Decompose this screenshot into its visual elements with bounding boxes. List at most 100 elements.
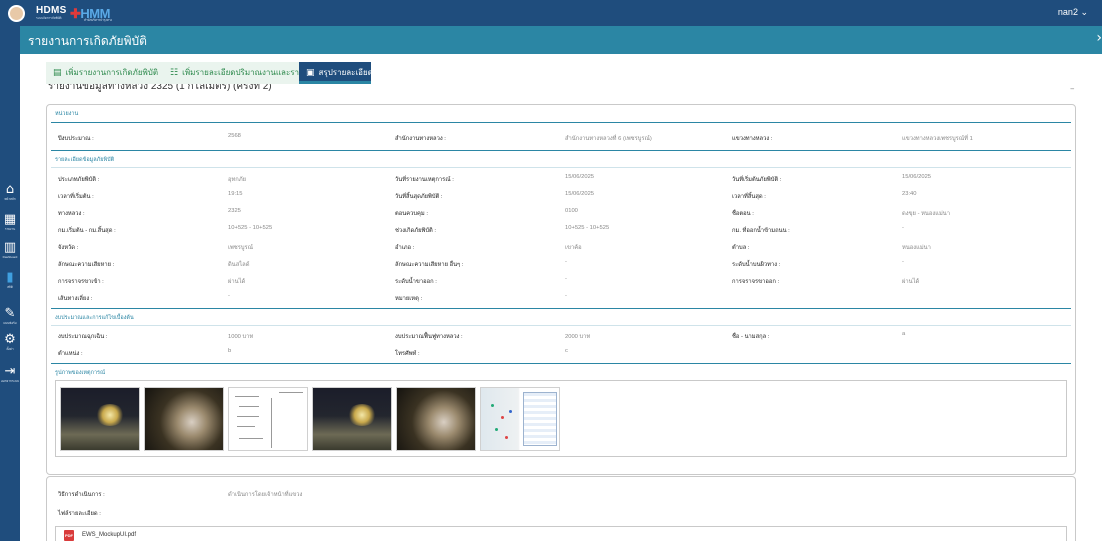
water-out-value: - <box>565 276 567 282</box>
page-header: รายงานการเกิดภัยพิบัติ › <box>20 26 1102 54</box>
traffic-out-label: การจราจรขาออก : <box>732 279 780 285</box>
hdms-logo[interactable]: HDMS <box>36 5 67 16</box>
operation-card: วิธีการดำเนินการ : ดำเนินการโดยเจ้าหน้าท… <box>46 476 1076 541</box>
district-office-label: สำนักงานทางหลวง : <box>395 136 446 142</box>
end-date-value: 15/06/2025 <box>565 191 595 197</box>
km-label: กม.เริ่มต้น - กม.สิ้นสุด : <box>58 228 116 234</box>
pdf-file-icon: PDF <box>64 530 74 541</box>
tab-add-detail[interactable]: ☷ เพิ่มรายละเอียดปริมาณงานและราคา <box>163 62 309 84</box>
disaster-type-value: อุทกภัย <box>228 177 247 183</box>
section-divider <box>51 325 1071 326</box>
night-road-photo[interactable] <box>60 387 140 451</box>
section-divider <box>51 150 1071 151</box>
highway-district-value: แขวงทางหลวงเพชรบูรณ์ที่ 1 <box>902 136 973 142</box>
home-icon: ⌂ <box>5 182 15 197</box>
restore-budget-label: งบประมาณฟื้นฟูทางหลวง : <box>395 334 463 340</box>
position-label: ตำแหน่ง : <box>58 351 83 357</box>
traffic-out-value: ผ่านได้ <box>902 279 920 285</box>
section-title-photos: รูปภาพของเหตุการณ์ <box>55 370 106 376</box>
highway-district-label: แขวงทางหลวง : <box>732 136 773 142</box>
user-menu[interactable]: nan2 ⌄ <box>1058 7 1088 18</box>
section-divider <box>51 308 1071 309</box>
summary-card: หน่วยงาน ปีงบประมาณ : 2568 สำนักงานทางหล… <box>46 104 1076 475</box>
collapse-card-icon[interactable]: – <box>1070 84 1075 94</box>
gear-icon: ⚙ <box>4 332 16 347</box>
end-time-label: เวลาที่สิ้นสุด : <box>732 194 766 200</box>
section-name-label: ชื่อตอน : <box>732 211 754 217</box>
fiscal-year-label: ปีงบประมาณ : <box>58 136 94 142</box>
night-road-photo[interactable] <box>312 387 392 451</box>
file-name[interactable]: EWS_MockupUI.pdf <box>82 532 136 538</box>
damage-type-label: ลักษณะความเสียหาย : <box>58 262 115 268</box>
section-divider <box>51 122 1071 123</box>
route-label: ทางหลวง : <box>58 211 85 217</box>
chevron-right-icon[interactable]: › <box>1096 30 1102 46</box>
sidebar-item-form[interactable]: ✎ แบบฟอร์ม <box>0 306 20 332</box>
tab-summary[interactable]: ▣ สรุปรายละเอียด <box>299 62 373 84</box>
attached-file[interactable]: PDF EWS_MockupUI.pdf <box>55 526 1067 541</box>
stats-icon: ▮ <box>6 270 14 285</box>
sidebar-item-label: สถิติ <box>7 285 13 289</box>
disaster-range-label: ช่วงเกิดภัยพิบัติ : <box>395 228 436 234</box>
disaster-type-label: ประเภทภัยพิบัติ : <box>58 177 100 183</box>
emergency-budget-value: 1000 บาท <box>228 334 254 340</box>
report-date-label: วันที่รายงานเหตุการณ์ : <box>395 177 454 183</box>
subdistrict-label: ตำบล : <box>732 245 750 251</box>
detour-label: เส้นทางเลี่ยง : <box>58 296 93 302</box>
control-value: 0100 <box>565 208 578 214</box>
district-office-value: สำนักงานทางหลวงที่ 6 (เพชรบูรณ์) <box>565 136 652 142</box>
water-km-label: กม. ที่ออกน้ำข้ามถนน : <box>732 228 790 234</box>
top-bar: HDMS ระบบจัดการภัยพิบัติ ✚HMM สำนักบริหา… <box>0 0 1102 26</box>
summary-icon: ▣ <box>306 68 315 78</box>
chart-icon: ▥ <box>3 240 17 255</box>
remark-value: - <box>565 293 567 299</box>
start-date-label: วันที่เริ่มต้นภัยพิบัติ : <box>732 177 782 183</box>
control-label: ตอนควบคุม : <box>395 211 428 217</box>
department-seal-icon <box>8 5 25 22</box>
water-km-value: - <box>902 225 904 231</box>
province-value: เพชรบูรณ์ <box>228 245 254 251</box>
sidebar-item-label: หน้าหลัก <box>4 197 16 201</box>
sidebar-item-settings[interactable]: ⚙ ตั้งค่า <box>0 332 20 358</box>
document-scan-photo[interactable] <box>228 387 308 451</box>
sidebar-item-dashboard[interactable]: ▥ Dashboard <box>0 240 20 266</box>
add-detail-icon: ☷ <box>170 68 179 78</box>
tab-add-report[interactable]: ▤ เพิ่มรายงานการเกิดภัยพิบัติ <box>46 62 163 84</box>
water-level-label: ระดับน้ำบนผิวทาง : <box>732 262 781 268</box>
contact-name-label: ชื่อ - นามสกุล : <box>732 334 770 340</box>
start-time-value: 19:15 <box>228 191 243 197</box>
disaster-range-value: 10+525 - 10+525 <box>565 225 610 231</box>
map-report-photo[interactable] <box>480 387 560 451</box>
sidebar-item-label: รายงาน <box>4 227 16 231</box>
section-name-value: ดงขุย - หนองแม่นา <box>902 211 950 217</box>
section-divider <box>51 167 1071 168</box>
logout-icon: ⇥ <box>4 364 16 379</box>
sidebar-item-stats[interactable]: ▮ สถิติ <box>0 270 20 296</box>
report-icon: ▦ <box>3 212 17 227</box>
file-label: ไฟล์รายละเอียด : <box>58 511 101 517</box>
add-report-icon: ▤ <box>53 68 62 78</box>
sidebar-item-label: Dashboard <box>2 255 18 259</box>
damage-type-value: ดินสไลด์ <box>228 262 250 268</box>
sidebar-item-home[interactable]: ⌂ หน้าหลัก <box>0 182 20 208</box>
contact-name-value: a <box>902 331 906 337</box>
km-value: 10+525 - 10+525 <box>228 225 273 231</box>
province-label: จังหวัด : <box>58 245 79 251</box>
sidebar: ⌂ หน้าหลัก ▦ รายงาน ▥ Dashboard ▮ สถิติ … <box>0 26 20 541</box>
sidebar-item-report[interactable]: ▦ รายงาน <box>0 212 20 238</box>
end-date-label: วันที่สิ้นสุดภัยพิบัติ : <box>395 194 443 200</box>
route-value: 2325 <box>228 208 241 214</box>
position-value: b <box>228 348 232 354</box>
tab-label: สรุปรายละเอียด <box>318 68 373 77</box>
damaged-tree-photo[interactable] <box>144 387 224 451</box>
damage-other-label: ลักษณะความเสียหาย อื่นๆ : <box>395 262 464 268</box>
detour-value: - <box>228 293 230 299</box>
subdistrict-value: หนองแม่นา <box>902 245 931 251</box>
app-root: HDMS ระบบจัดการภัยพิบัติ ✚HMM สำนักบริหา… <box>0 0 1102 541</box>
water-level-value: - <box>902 259 904 265</box>
damaged-tree-photo[interactable] <box>396 387 476 451</box>
damage-other-value: - <box>565 259 567 265</box>
sidebar-item-logout[interactable]: ⇥ ออกจากระบบ <box>0 364 20 390</box>
tab-label: เพิ่มรายงานการเกิดภัยพิบัติ <box>65 68 159 77</box>
phone-value: c <box>565 348 568 354</box>
